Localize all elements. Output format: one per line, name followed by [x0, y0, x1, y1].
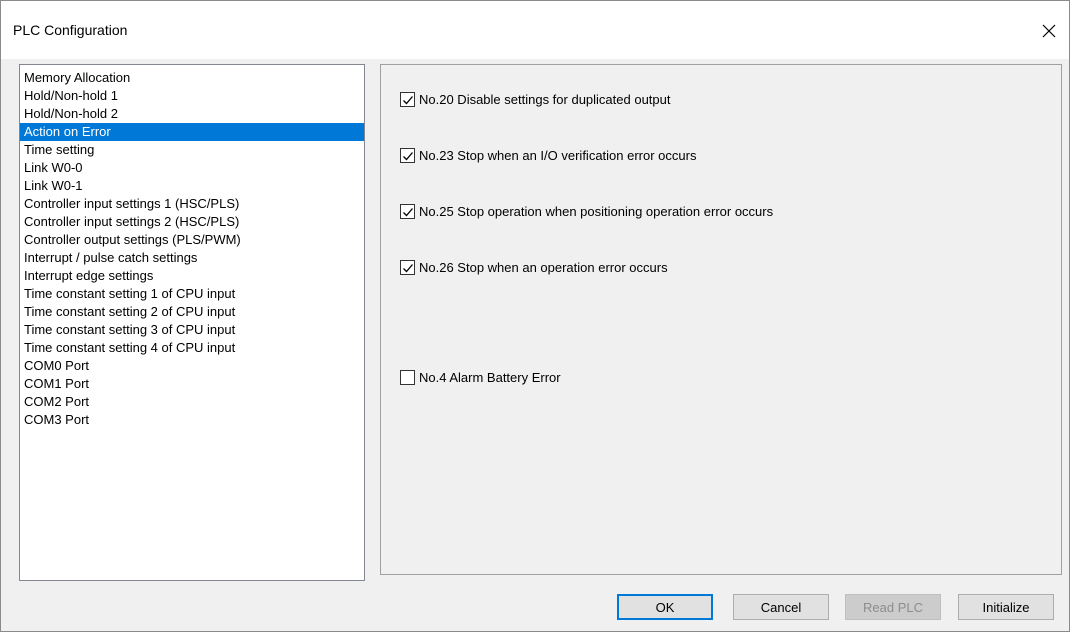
- list-item[interactable]: COM2 Port: [20, 393, 364, 411]
- action-on-error-panel: No.20 Disable settings for duplicated ou…: [380, 64, 1062, 575]
- read-plc-button: Read PLC: [845, 594, 941, 620]
- close-icon: [1042, 24, 1056, 38]
- plc-configuration-dialog: PLC Configuration Memory Allocation Hold/…: [0, 0, 1070, 632]
- option-row[interactable]: No.20 Disable settings for duplicated ou…: [400, 92, 671, 107]
- option-label: No.26 Stop when an operation error occur…: [419, 260, 668, 275]
- list-item[interactable]: Time constant setting 1 of CPU input: [20, 285, 364, 303]
- initialize-button[interactable]: Initialize: [958, 594, 1054, 620]
- list-item[interactable]: Hold/Non-hold 1: [20, 87, 364, 105]
- list-item[interactable]: Interrupt / pulse catch settings: [20, 249, 364, 267]
- list-item[interactable]: Time constant setting 2 of CPU input: [20, 303, 364, 321]
- list-item[interactable]: Memory Allocation: [20, 69, 364, 87]
- option-checkbox[interactable]: [400, 148, 415, 163]
- list-item[interactable]: Time setting: [20, 141, 364, 159]
- option-checkbox[interactable]: [400, 260, 415, 275]
- list-item[interactable]: Controller input settings 2 (HSC/PLS): [20, 213, 364, 231]
- option-label: No.23 Stop when an I/O verification erro…: [419, 148, 697, 163]
- checkmark-icon: [402, 151, 413, 160]
- option-row[interactable]: No.25 Stop operation when positioning op…: [400, 204, 773, 219]
- checkmark-icon: [402, 263, 413, 272]
- option-row[interactable]: No.4 Alarm Battery Error: [400, 370, 561, 385]
- option-row[interactable]: No.26 Stop when an operation error occur…: [400, 260, 668, 275]
- checkmark-icon: [402, 95, 413, 104]
- list-item[interactable]: Link W0-0: [20, 159, 364, 177]
- option-checkbox[interactable]: [400, 370, 415, 385]
- list-item[interactable]: Time constant setting 4 of CPU input: [20, 339, 364, 357]
- list-item[interactable]: Controller output settings (PLS/PWM): [20, 231, 364, 249]
- option-row[interactable]: No.23 Stop when an I/O verification erro…: [400, 148, 696, 163]
- list-item[interactable]: Action on Error: [20, 123, 364, 141]
- settings-category-list[interactable]: Memory Allocation Hold/Non-hold 1 Hold/Non…: [19, 64, 365, 581]
- list-item[interactable]: COM0 Port: [20, 357, 364, 375]
- cancel-button[interactable]: Cancel: [733, 594, 829, 620]
- list-item[interactable]: Time constant setting 3 of CPU input: [20, 321, 364, 339]
- option-label: No.20 Disable settings for duplicated ou…: [419, 92, 671, 107]
- option-label: No.4 Alarm Battery Error: [419, 370, 561, 385]
- checkmark-icon: [402, 207, 413, 216]
- window-title: PLC Configuration: [13, 22, 128, 38]
- list-item[interactable]: Interrupt edge settings: [20, 267, 364, 285]
- list-item[interactable]: COM3 Port: [20, 411, 364, 429]
- list-item[interactable]: Link W0-1: [20, 177, 364, 195]
- list-item[interactable]: Hold/Non-hold 2: [20, 105, 364, 123]
- list-item[interactable]: COM1 Port: [20, 375, 364, 393]
- option-label: No.25 Stop operation when positioning op…: [419, 204, 774, 219]
- list-item[interactable]: Controller input settings 1 (HSC/PLS): [20, 195, 364, 213]
- option-checkbox[interactable]: [400, 204, 415, 219]
- title-bar: PLC Configuration: [1, 1, 1069, 59]
- close-button[interactable]: [1031, 15, 1067, 47]
- option-checkbox[interactable]: [400, 92, 415, 107]
- ok-button[interactable]: OK: [617, 594, 713, 620]
